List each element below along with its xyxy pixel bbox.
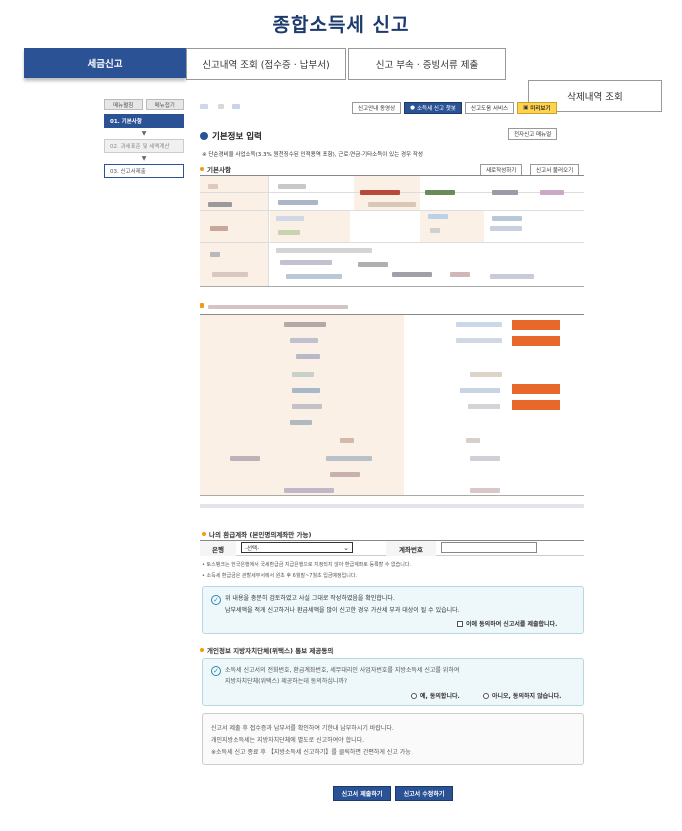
account-label: 계좌번호 (386, 541, 436, 556)
sidebar-step-submit[interactable]: 03. 신고서제출 (104, 164, 184, 178)
check-icon: ✓ (211, 666, 221, 676)
income-action-button[interactable] (512, 400, 560, 410)
income-action-button[interactable] (512, 384, 560, 394)
top-toolbar: 신고안내 동영상 ● 소득세 신고 챗봇 신고도움 서비스 ▣ 미리보기 (352, 102, 557, 114)
agreement-checkbox-label: 이에 동의하여 신고서를 제출합니다. (466, 621, 558, 628)
sidebar-step-tax-calc[interactable]: 02. 과세표준 및 세액계산 (104, 139, 184, 153)
privacy-yes-label: 예, 동의합니다. (420, 693, 460, 700)
check-icon: ✓ (211, 595, 221, 605)
section-title: 기본정보 입력 (200, 130, 262, 142)
privacy-head: 개인정보 지방자치단체(위택스) 통보 제공동의 (200, 645, 333, 655)
chevron-down-icon: ▼ (141, 155, 147, 162)
agreement-checkbox[interactable]: 이에 동의하여 신고서를 제출합니다. (457, 619, 557, 630)
agreement-line2: 납부세액을 적게 신고하거나 환급세액을 많이 신고한 경우 가산세 부과 대상… (225, 607, 460, 614)
section-title-text: 기본정보 입력 (212, 132, 262, 142)
agreement-box: ✓ 위 내용을 충분히 검토하였고 사실 그대로 작성하였음을 확인합니다. 납… (202, 586, 584, 634)
privacy-line1: 소득세 신고서의 전화번호, 환급계좌번호, 세무대리인 사업자번호를 지방소득… (225, 667, 460, 674)
income-action-button[interactable] (512, 320, 560, 330)
sidebar: 메뉴펼침 메뉴접기 01. 기본사항 ▼ 02. 과세표준 및 세액계산 ▼ 0… (104, 99, 184, 179)
income-action-button[interactable] (512, 336, 560, 346)
checkbox-icon[interactable] (457, 621, 463, 627)
agreement-line1: 위 내용을 충분히 검토하였고 사실 그대로 작성하였음을 확인합니다. (225, 595, 395, 602)
preview-icon: ▣ (523, 105, 529, 111)
chatbot-label: 소득세 신고 챗봇 (416, 106, 456, 112)
radio-icon[interactable] (483, 693, 489, 699)
edit-form-button[interactable]: 신고서 수정하기 (395, 786, 453, 801)
bullet-icon (200, 167, 204, 171)
chevron-down-icon: ⌄ (343, 544, 349, 552)
privacy-box: ✓ 소득세 신고서의 전화번호, 환급계좌번호, 세무대리인 사업자번호를 지방… (202, 658, 584, 706)
preview-button[interactable]: ▣ 미리보기 (517, 102, 557, 114)
preview-label: 미리보기 (530, 106, 551, 112)
manual-button[interactable]: 전자신고 매뉴얼 (508, 128, 558, 140)
privacy-line2: 지방자치단체(위택스) 제공하는데 동의하십니까? (225, 678, 348, 685)
notice-box: 신고서 제출 후 접수증과 납부서를 확인하여 기한내 납부하시기 바랍니다. … (202, 713, 584, 765)
privacy-no-label: 아니오, 동의하지 않습니다. (492, 693, 562, 700)
filing-note: ※ 단순경비율 사업소득(3.3% 원천징수된 인적용역 포함), 근로·연금·… (202, 152, 423, 158)
privacy-yes-radio[interactable]: 예, 동의합니다. (411, 691, 460, 702)
help-service-button[interactable]: 신고도움 서비스 (464, 102, 515, 114)
bullet-icon (202, 532, 206, 536)
collapse-menu-button[interactable]: 메뉴접기 (145, 99, 184, 110)
expand-menu-button[interactable]: 메뉴펼침 (104, 99, 143, 110)
info-icon (200, 132, 208, 140)
refund-note: • 토스뱅크는 한국은행에서 국세환급금 지급은행으로 지정되지 않아 환급계좌… (202, 562, 412, 568)
radio-icon[interactable] (411, 693, 417, 699)
bullet-icon (200, 648, 204, 652)
notice-line1: 신고서 제출 후 접수증과 납부서를 확인하여 기한내 납부하시기 바랍니다. (211, 725, 394, 732)
privacy-no-radio[interactable]: 아니오, 동의하지 않습니다. (483, 691, 561, 702)
bank-select-value: -선택- (245, 545, 260, 552)
tab-tax-filing[interactable]: 세금신고 (24, 48, 186, 78)
privacy-head-text: 개인정보 지방자치단체(위택스) 통보 제공동의 (207, 647, 334, 655)
account-input[interactable] (441, 542, 537, 553)
bank-select[interactable]: -선택- ⌄ (241, 542, 353, 553)
notice-line2: 개인지방소득세는 지방자치단체에 별도로 신고하여야 합니다. (211, 737, 365, 744)
basic-section-head-text: 기본사항 (207, 166, 231, 174)
guide-video-button[interactable]: 신고안내 동영상 (352, 102, 402, 114)
bank-label: 은행 (200, 541, 236, 556)
chatbot-icon: ● (410, 105, 415, 111)
redacted-text (200, 104, 208, 109)
refund-note: • 소득세 환급금은 관할세무서에서 원초 후 6월말~7월초 입금예정입니다. (202, 573, 358, 579)
notice-line3: ※소득세 신고 종료 후 【지방소득세 신고하기】를 클릭하면 간편하게 신고 … (211, 749, 411, 756)
tab-filing-history[interactable]: 신고내역 조회 (접수증 · 납부서) (186, 48, 346, 80)
tab-attachments[interactable]: 신고 부속 · 증빙서류 제출 (348, 48, 506, 80)
refund-head: 나의 환급계좌 (본인명의계좌만 가능) (202, 529, 311, 539)
page-title: 종합소득세 신고 (272, 14, 410, 36)
submit-form-button[interactable]: 신고서 제출하기 (333, 786, 391, 801)
basic-section-head: 기본사항 (200, 164, 231, 174)
sidebar-step-basic[interactable]: 01. 기본사항 (104, 114, 184, 128)
redacted-text (232, 104, 240, 109)
chevron-down-icon: ▼ (141, 130, 147, 137)
redacted-text (218, 104, 224, 109)
chatbot-button[interactable]: ● 소득세 신고 챗봇 (404, 102, 462, 114)
refund-head-text: 나의 환급계좌 (본인명의계좌만 가능) (209, 531, 312, 539)
